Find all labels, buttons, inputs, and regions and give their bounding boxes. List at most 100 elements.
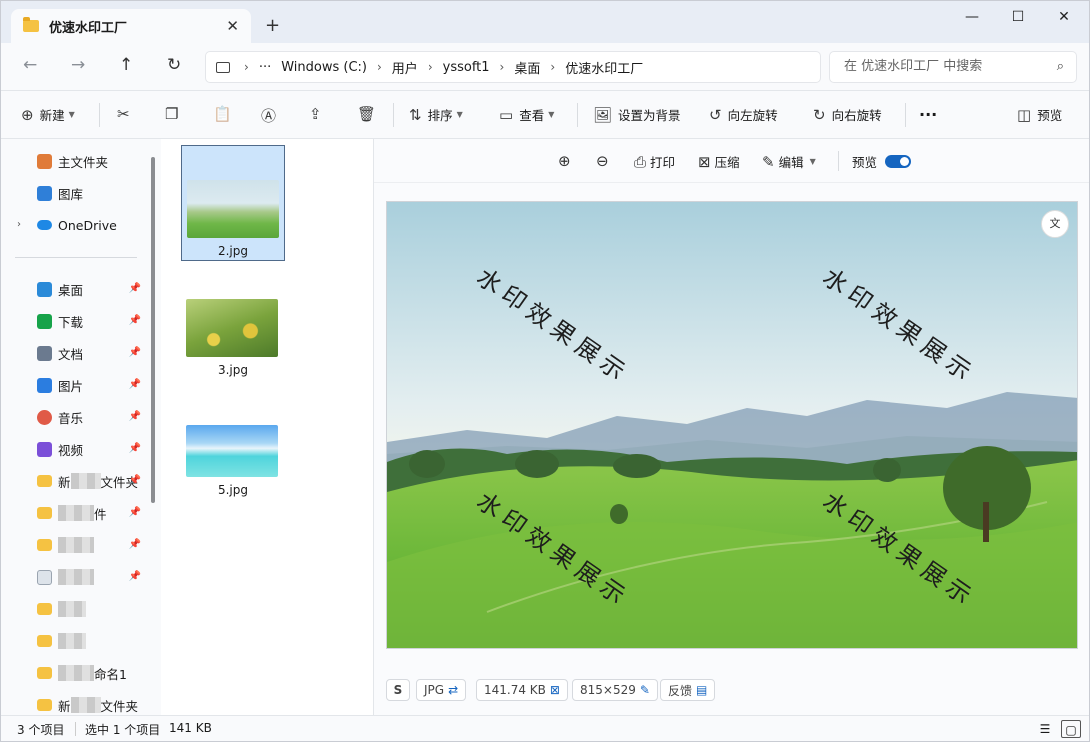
tab-close-button[interactable]: ✕ xyxy=(226,17,239,35)
copy-button[interactable]: ❐ xyxy=(165,105,184,123)
recycle-bin-icon xyxy=(37,569,52,585)
close-window-button[interactable]: ✕ xyxy=(1041,9,1087,25)
sidebar-folder[interactable]: 件 xyxy=(37,503,107,523)
new-button[interactable]: ⊕ 新建 ▼ xyxy=(21,105,75,124)
preview-pane-button[interactable]: ◫ 预览 xyxy=(1017,105,1062,124)
breadcrumb-desktop[interactable]: 桌面 xyxy=(514,58,540,77)
search-placeholder: 在 优速水印工厂 中搜索 xyxy=(844,59,983,74)
refresh-button[interactable]: ↻ xyxy=(167,55,181,75)
blurred-text xyxy=(70,473,101,489)
sidebar-folder[interactable]: 命名1 xyxy=(37,663,127,683)
rotate-right-icon: ↻ xyxy=(813,105,826,124)
size-chip[interactable]: 141.74 KB ⊠ xyxy=(476,679,568,701)
maximize-button[interactable]: ☐ xyxy=(995,9,1041,25)
edit-button[interactable]: ✎ 编辑 ▼ xyxy=(762,152,816,171)
address-bar[interactable]: › ··· Windows (C:) › 用户 › yssoft1 › 桌面 ›… xyxy=(205,51,821,83)
cut-button[interactable]: ✂ xyxy=(117,105,136,123)
app-logo-button[interactable]: S xyxy=(386,679,410,701)
compress-icon: ⊠ xyxy=(549,683,560,697)
address-row: ← → ↑ ↻ › ··· Windows (C:) › 用户 › yssoft… xyxy=(1,43,1089,91)
up-button[interactable]: ↑ xyxy=(119,55,133,75)
new-tab-button[interactable]: + xyxy=(265,15,280,36)
pin-icon: 📌 xyxy=(128,539,141,550)
breadcrumb-more[interactable]: ··· xyxy=(259,60,271,75)
text-recognition-button[interactable]: 文 xyxy=(1041,210,1069,238)
feedback-chip[interactable]: 反馈 ▤ xyxy=(660,679,716,701)
blurred-text xyxy=(58,569,94,585)
dimensions-chip[interactable]: 815×529 ✎ xyxy=(572,679,658,701)
file-item[interactable]: 3.jpg xyxy=(181,263,285,379)
convert-icon: ⇄ xyxy=(448,683,459,697)
sort-button[interactable]: ⇅ 排序 ▼ xyxy=(409,105,463,124)
sidebar-item-gallery[interactable]: 图库 xyxy=(37,183,83,203)
sidebar-item-label: 桌面 xyxy=(58,282,84,298)
rename-icon: Ⓐ xyxy=(261,107,277,125)
share-button[interactable]: ⇪ xyxy=(309,105,328,123)
delete-button[interactable]: 🗑 xyxy=(357,105,382,123)
file-item[interactable]: 5.jpg xyxy=(181,383,285,499)
minimize-button[interactable]: — xyxy=(949,9,995,25)
sidebar-item-downloads[interactable]: 下载 xyxy=(37,311,83,331)
blurred-text xyxy=(58,537,94,553)
sidebar-item-documents[interactable]: 文档 xyxy=(37,343,83,363)
chevron-right-icon[interactable]: › xyxy=(17,219,21,230)
zoom-in-button[interactable]: ⊕ xyxy=(558,152,575,170)
file-item[interactable]: 2.jpg xyxy=(181,145,285,261)
pin-icon: 📌 xyxy=(128,443,141,454)
download-icon xyxy=(37,313,52,329)
details-view-button[interactable]: ☰ xyxy=(1035,720,1055,738)
zoom-out-button[interactable]: ⊖ xyxy=(596,152,613,170)
rotate-right-button[interactable]: ↻ 向右旋转 xyxy=(813,105,882,124)
print-button[interactable]: ⎙ 打印 xyxy=(634,152,675,171)
back-button[interactable]: ← xyxy=(23,55,37,75)
app-logo-icon: S xyxy=(393,683,403,697)
sidebar-scrollbar[interactable] xyxy=(151,157,155,503)
dimensions-label: 815×529 xyxy=(580,683,636,697)
breadcrumb-yssoft1[interactable]: yssoft1 xyxy=(443,60,490,75)
sidebar-item-onedrive[interactable]: OneDrive xyxy=(37,215,117,235)
sidebar-item-music[interactable]: 音乐 xyxy=(37,407,83,427)
sidebar-folder[interactable] xyxy=(37,535,94,555)
sidebar-folder[interactable]: 新文件夹 xyxy=(37,695,138,715)
size-label: 141.74 KB xyxy=(484,683,546,697)
format-chip[interactable]: JPG ⇄ xyxy=(416,679,467,701)
preview-toggle[interactable]: 预览 xyxy=(852,152,912,171)
sidebar-item-label: 下载 xyxy=(58,314,84,330)
title-bar: 优速水印工厂 ✕ + — ☐ ✕ xyxy=(1,1,1089,43)
more-button[interactable]: ··· xyxy=(919,105,937,124)
resize-icon: ✎ xyxy=(639,683,650,697)
folder-icon xyxy=(23,17,39,32)
sidebar-folder[interactable]: 新文件夹 xyxy=(37,471,138,491)
clipboard-icon: 📋 xyxy=(213,105,232,123)
sidebar-item-videos[interactable]: 视频 xyxy=(37,439,83,459)
sidebar-item-label: 图库 xyxy=(58,186,84,202)
tiles-view-button[interactable]: ▢ xyxy=(1061,720,1081,738)
file-thumbnail xyxy=(186,425,278,477)
chevron-down-icon: ▼ xyxy=(456,110,463,119)
compress-button[interactable]: ⊠ 压缩 xyxy=(698,152,740,171)
rotate-left-button[interactable]: ↺ 向左旋转 xyxy=(709,105,778,124)
sidebar-item-home[interactable]: 主文件夹 xyxy=(37,151,108,171)
folder-icon xyxy=(37,667,52,679)
sidebar-folder[interactable] xyxy=(37,631,86,651)
breadcrumb-current[interactable]: 优速水印工厂 xyxy=(565,58,643,77)
sidebar-item-pictures[interactable]: 图片 xyxy=(37,375,83,395)
set-background-button[interactable]: 🖼 设置为背景 xyxy=(593,105,681,124)
paste-button[interactable]: 📋 xyxy=(213,105,238,123)
view-button[interactable]: ▭ 查看 ▼ xyxy=(499,105,554,124)
sidebar-folder[interactable] xyxy=(37,599,86,619)
preview-image: 水印效果展示 水印效果展示 水印效果展示 水印效果展示 文 xyxy=(386,201,1078,649)
tab-active[interactable]: 优速水印工厂 ✕ xyxy=(11,9,251,43)
breadcrumb-users[interactable]: 用户 xyxy=(392,58,418,77)
chevron-right-icon: › xyxy=(376,60,382,74)
breadcrumb-windows-c[interactable]: Windows (C:) xyxy=(281,60,367,75)
sidebar-item-desktop[interactable]: 桌面 xyxy=(37,279,83,299)
toggle-switch[interactable] xyxy=(885,155,912,168)
search-input[interactable]: 在 优速水印工厂 中搜索 ⌕ xyxy=(829,51,1077,83)
sort-label: 排序 xyxy=(427,108,453,123)
rename-button[interactable]: Ⓐ xyxy=(261,105,282,126)
preview-toolbar: ⊕ ⊖ ⎙ 打印 ⊠ 压缩 ✎ 编辑 ▼ 预览 xyxy=(374,139,1089,183)
forward-button[interactable]: → xyxy=(71,55,85,75)
sidebar-recycle-bin[interactable] xyxy=(37,567,94,587)
video-icon xyxy=(37,441,52,457)
